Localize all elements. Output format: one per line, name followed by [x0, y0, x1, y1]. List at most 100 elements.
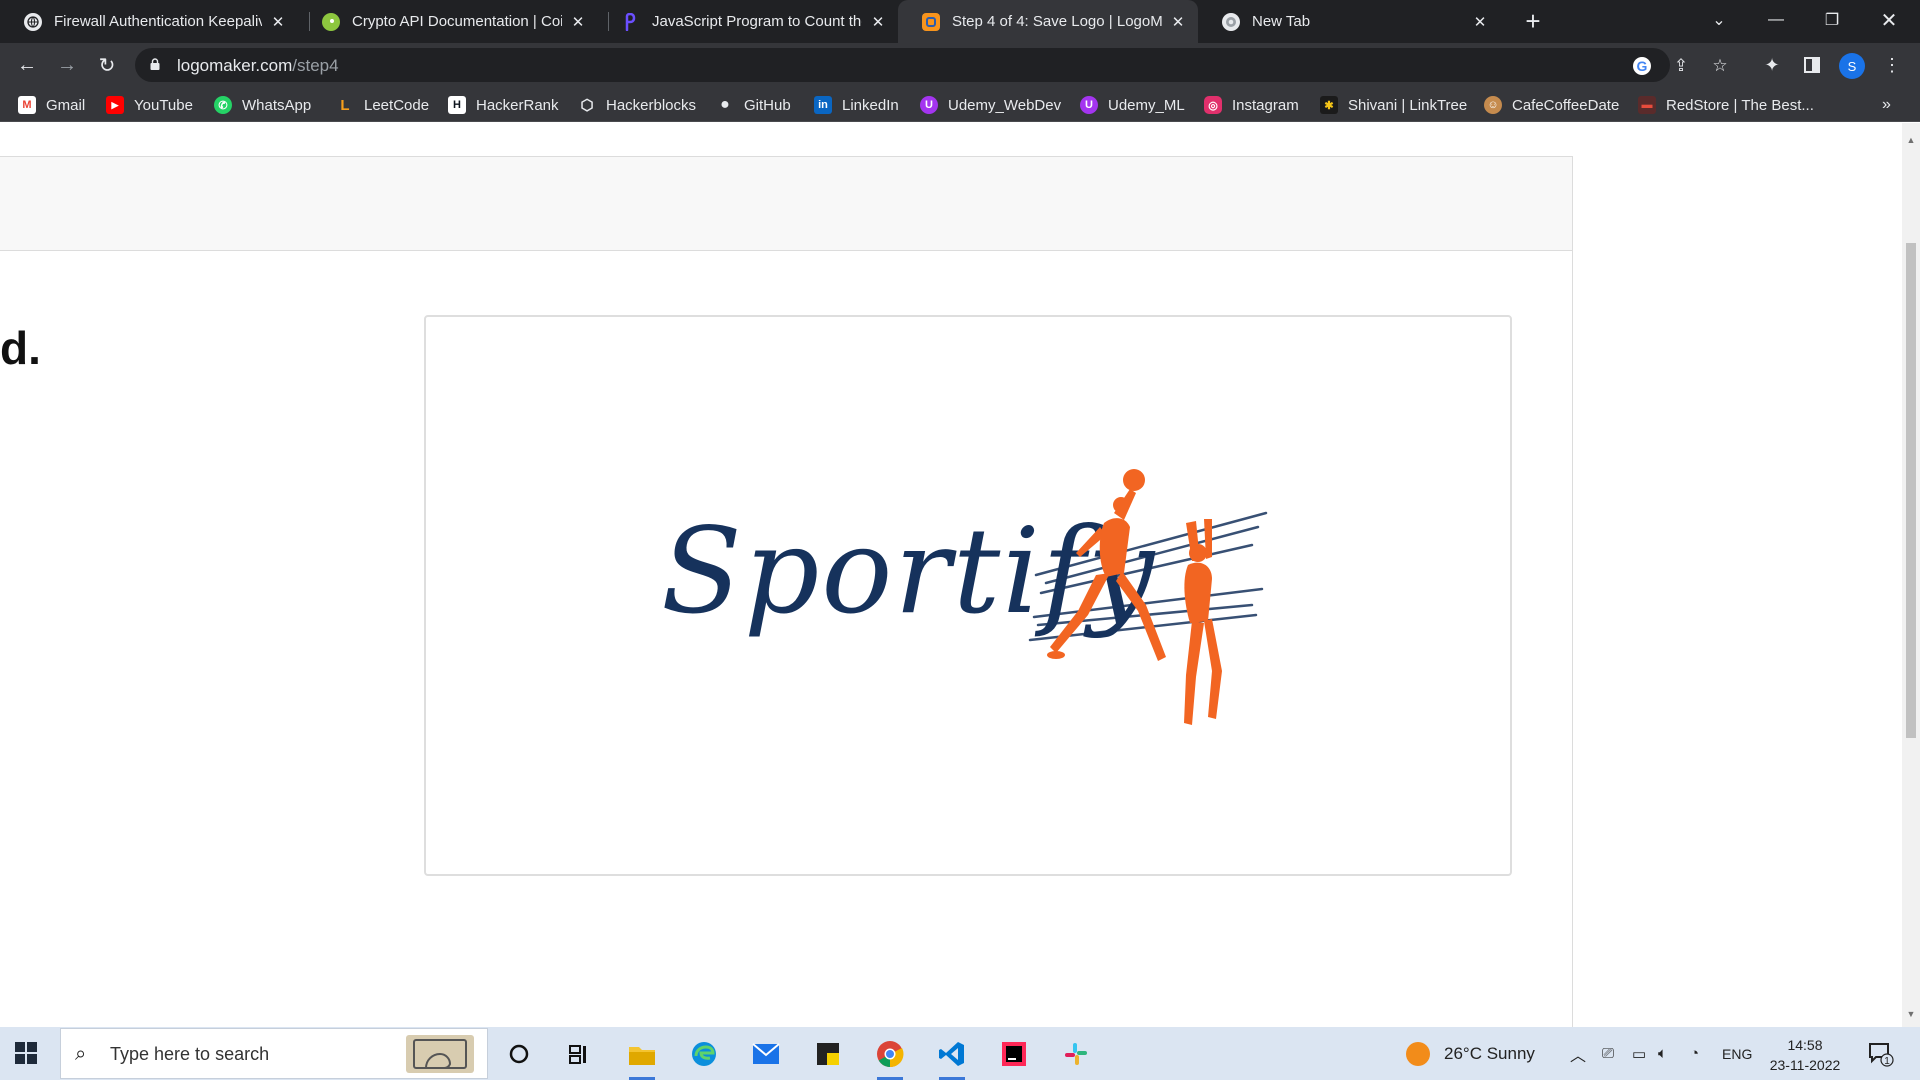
extensions-icon[interactable]: ✦ [1760, 53, 1784, 77]
taskbar-search[interactable]: ⌕ Type here to search [60, 1028, 488, 1079]
bookmark-hackerblocks[interactable]: ⬡ Hackerblocks [578, 94, 696, 116]
bookmark-gmail[interactable]: M Gmail [18, 94, 85, 116]
system-clock[interactable]: 14:58 23-11-2022 [1760, 1035, 1850, 1075]
weather-widget[interactable]: 26°C Sunny [1406, 1027, 1535, 1080]
bookmark-youtube[interactable]: ▶ YouTube [106, 94, 193, 116]
edge-icon[interactable] [685, 1035, 723, 1073]
bookmark-label: Instagram [1232, 96, 1299, 114]
tab-title: Crypto API Documentation | CoinGecko [352, 13, 562, 30]
show-hidden-icons[interactable]: ︿ [1570, 1027, 1586, 1080]
reload-icon[interactable]: ↻ [91, 49, 123, 81]
google-icon[interactable]: G [1631, 55, 1653, 77]
search-placeholder: Type here to search [110, 1044, 270, 1064]
new-tab-button[interactable]: + [1518, 7, 1548, 37]
bookmark-instagram[interactable]: ◎ Instagram [1204, 94, 1299, 116]
lock-icon[interactable] [150, 58, 160, 70]
bookmark-leetcode[interactable]: L LeetCode [336, 94, 429, 116]
tab-logomaker[interactable]: Step 4 of 4: Save Logo | LogoMaker ✕ [898, 0, 1198, 43]
logo-preview-card[interactable]: Sportify [424, 315, 1512, 876]
bookmark-label: CafeCoffeeDate [1512, 96, 1620, 114]
notification-count: 1 [1884, 1056, 1890, 1067]
tab-new-tab[interactable]: New Tab ✕ [1198, 0, 1500, 43]
windows-taskbar: ⌕ Type here to search 26°C Sunny ︿ ⎚ ▭ 🔈 [0, 1027, 1920, 1080]
bookmark-linktree[interactable]: ✱ Shivani | LinkTree [1320, 94, 1467, 116]
windows-start-icon[interactable] [14, 1041, 38, 1065]
language-indicator[interactable]: ENG [1722, 1027, 1752, 1080]
bookmark-linkedin[interactable]: in LinkedIn [814, 94, 899, 116]
bookmark-label: RedStore | The Best... [1666, 96, 1814, 114]
globe-icon [24, 12, 42, 31]
tab-title: Step 4 of 4: Save Logo | LogoMaker [952, 13, 1162, 30]
bookmark-udemy-ml[interactable]: U Udemy_ML [1080, 94, 1185, 116]
slack-icon[interactable] [1057, 1035, 1095, 1073]
file-explorer-icon[interactable] [623, 1035, 661, 1080]
bookmark-label: Udemy_WebDev [948, 96, 1062, 114]
intellij-icon[interactable] [995, 1035, 1033, 1073]
tab-title: New Tab [1252, 13, 1311, 30]
tab-firewall[interactable]: Firewall Authentication Keepalive ✕ [0, 0, 298, 43]
sun-icon [1406, 1041, 1430, 1066]
scroll-thumb[interactable] [1906, 243, 1916, 738]
cortana-icon[interactable] [500, 1035, 538, 1073]
restore-icon[interactable]: ❐ [1808, 0, 1856, 40]
clock-date: 23-11-2022 [1769, 1057, 1841, 1073]
menu-icon[interactable]: ⋮ [1880, 53, 1904, 77]
battery-icon[interactable]: ▭ [1632, 1027, 1646, 1080]
bookmark-label: Shivani | LinkTree [1348, 96, 1468, 114]
tab-programiz[interactable]: JavaScript Program to Count the ✕ [598, 0, 898, 43]
whatsapp-icon: ✆ [214, 96, 232, 114]
tab-title: Firewall Authentication Keepalive [54, 13, 262, 30]
close-icon[interactable]: ✕ [1170, 14, 1186, 31]
window-close-icon[interactable]: ✕ [1865, 0, 1913, 40]
forward-icon[interactable]: → [51, 49, 83, 81]
tab-search-icon[interactable]: ⌄ [1695, 0, 1743, 40]
linkedin-icon: in [814, 96, 832, 114]
close-icon[interactable]: ✕ [570, 14, 586, 31]
bookmark-github[interactable]: ● GitHub [716, 94, 791, 116]
cafe-icon: ☺ [1484, 96, 1502, 114]
volume-icon[interactable]: 🔈︎ [1658, 1027, 1667, 1080]
close-icon[interactable]: ✕ [270, 14, 286, 31]
task-view-icon[interactable] [560, 1035, 598, 1073]
search-icon: ⌕ [75, 1043, 87, 1065]
bookmark-star-icon[interactable]: ☆ [1709, 55, 1731, 77]
url-path: /step4 [292, 56, 339, 75]
side-panel-icon[interactable] [1800, 53, 1824, 77]
leetcode-icon: L [340, 96, 350, 114]
meet-now-icon[interactable]: ⎚ [1602, 1027, 1614, 1080]
programiz-icon [622, 12, 640, 31]
vscode-icon[interactable] [933, 1035, 971, 1080]
weather-text: 26°C Sunny [1444, 1043, 1535, 1063]
close-icon[interactable]: ✕ [1472, 14, 1488, 31]
profile-avatar[interactable]: S [1839, 53, 1865, 79]
tab-coingecko[interactable]: Crypto API Documentation | CoinGecko ✕ [298, 0, 598, 43]
bookmark-cafecoffeedate[interactable]: ☺ CafeCoffeeDate [1484, 94, 1619, 116]
bookmark-udemy-webdev[interactable]: U Udemy_WebDev [920, 94, 1061, 116]
bookmark-hackerrank[interactable]: H HackerRank [448, 94, 559, 116]
logomaker-icon [922, 12, 940, 31]
minimize-icon[interactable]: — [1752, 0, 1800, 40]
page-header-panel [0, 156, 1573, 251]
chrome-icon [1222, 12, 1240, 31]
bookmark-whatsapp[interactable]: ✆ WhatsApp [214, 94, 311, 116]
share-icon[interactable]: ⇪ [1670, 55, 1692, 77]
more-bookmarks-icon[interactable]: » [1882, 96, 1891, 114]
wifi-icon[interactable]: ◔ [1690, 1027, 1699, 1080]
notification-center-icon[interactable]: 1 [1868, 1027, 1894, 1080]
back-icon[interactable]: ← [11, 49, 43, 81]
mail-icon[interactable] [747, 1035, 785, 1073]
search-highlight-image[interactable] [406, 1035, 474, 1073]
chrome-icon[interactable] [871, 1035, 909, 1080]
close-icon[interactable]: ✕ [870, 14, 886, 31]
bookmark-redstore[interactable]: ▬ RedStore | The Best... [1638, 94, 1814, 116]
bookmark-label: YouTube [134, 96, 193, 114]
gmail-icon: M [18, 96, 36, 114]
tab-strip: Firewall Authentication Keepalive ✕ Cryp… [0, 0, 1920, 43]
scroll-up-icon[interactable]: ▲ [1906, 135, 1916, 145]
hackerrank-icon: H [448, 96, 466, 114]
udemy-icon: U [1080, 96, 1098, 114]
address-bar[interactable]: logomaker.com/step4 G ⇪ ☆ [135, 48, 1728, 82]
sticky-notes-icon[interactable] [809, 1035, 847, 1073]
page-scrollbar[interactable]: ▲ ▼ [1902, 123, 1920, 1027]
scroll-down-icon[interactable]: ▼ [1906, 1009, 1916, 1019]
